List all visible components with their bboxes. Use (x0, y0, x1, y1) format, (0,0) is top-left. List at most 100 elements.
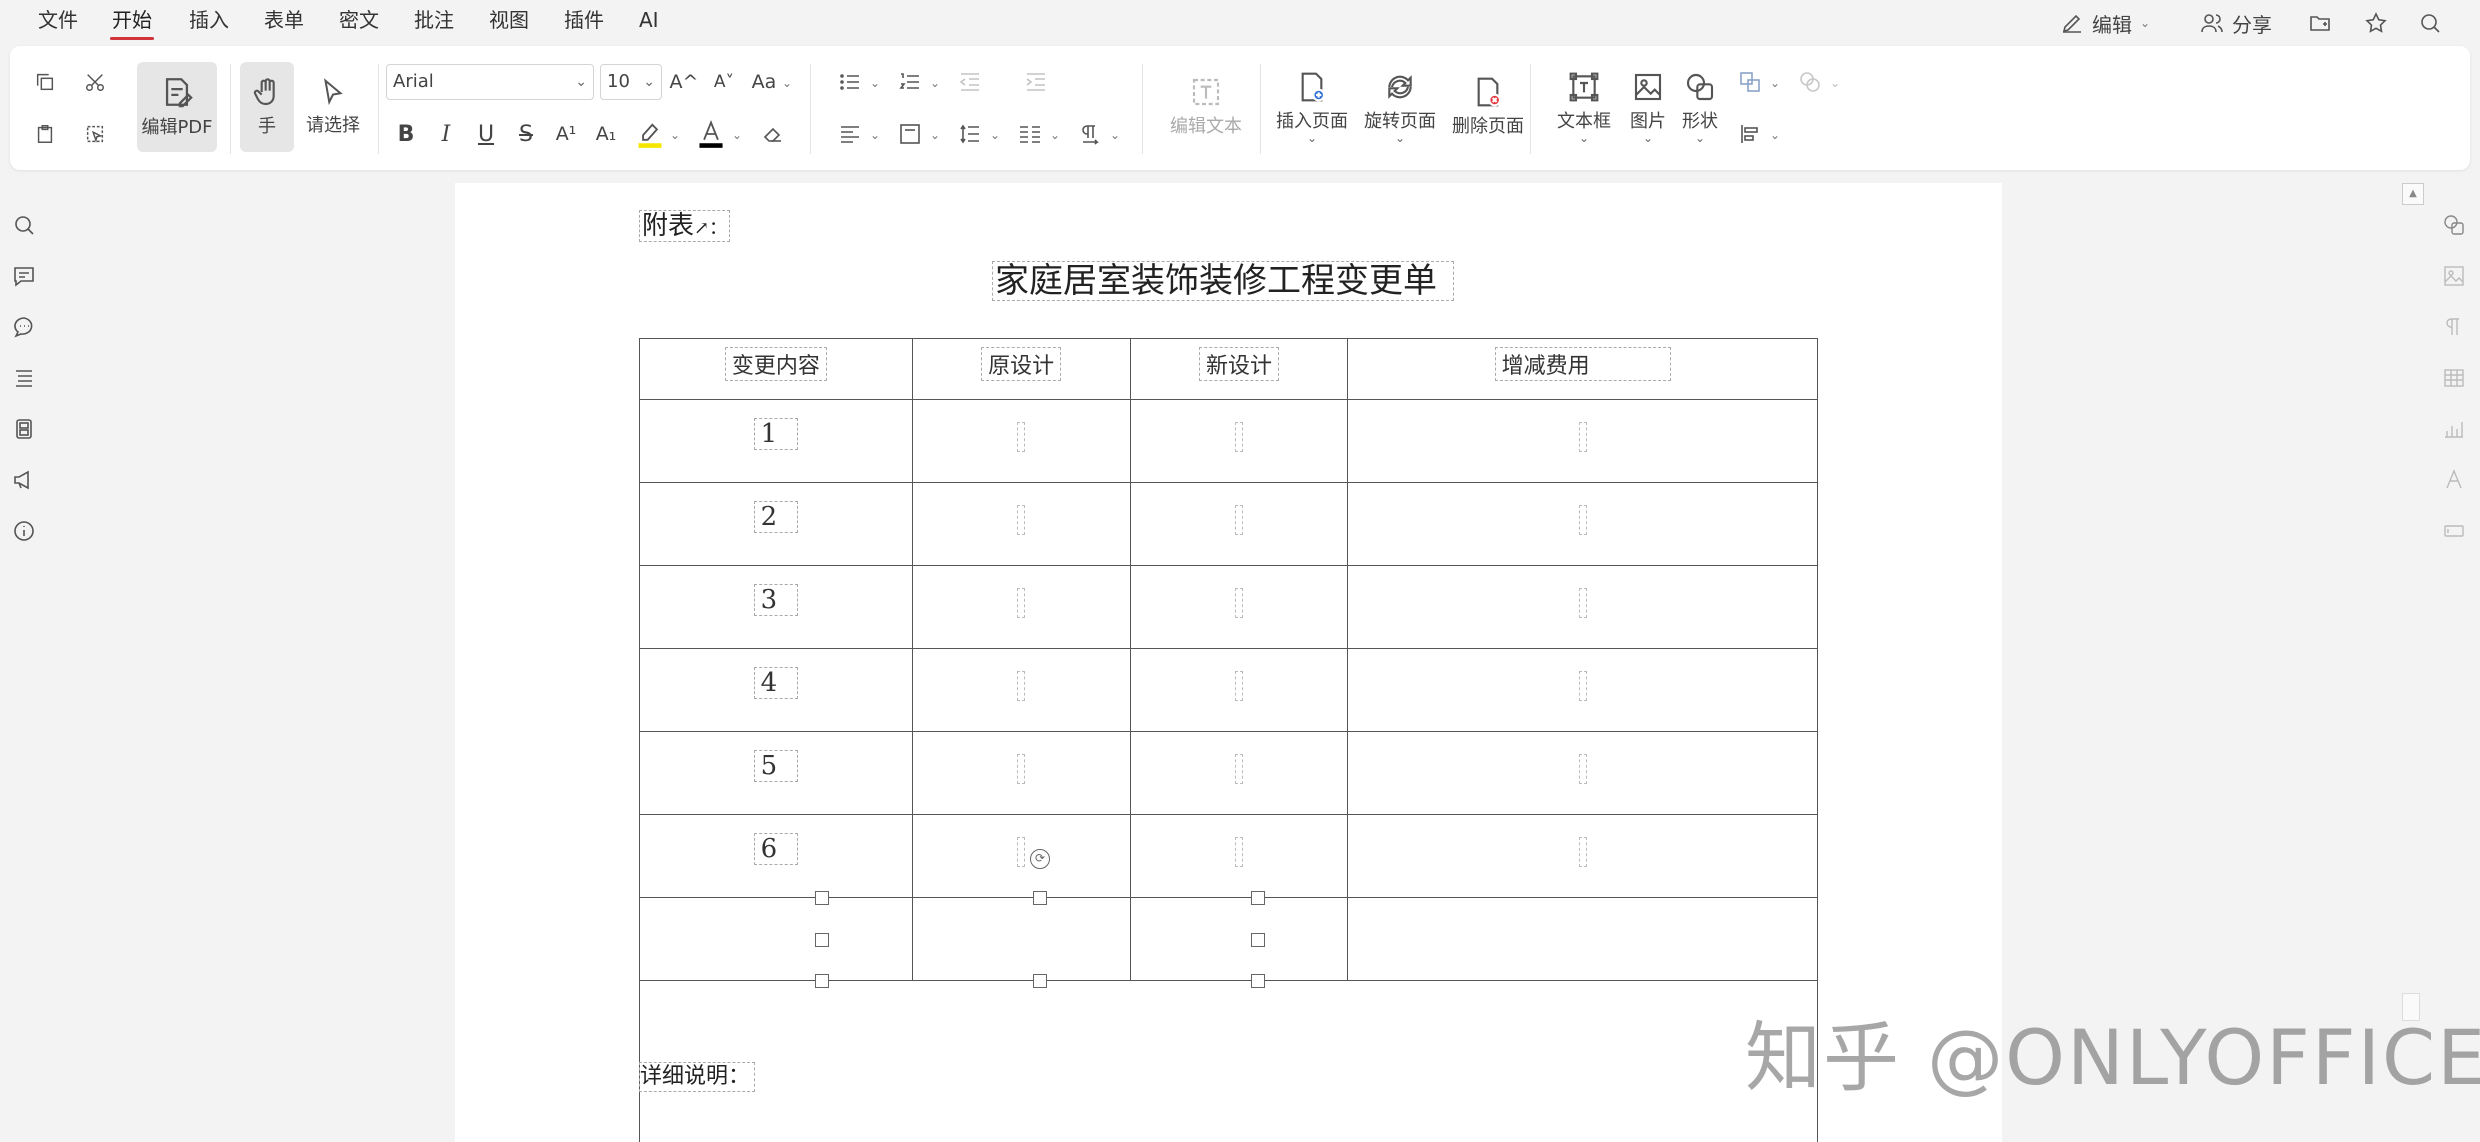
table-cell[interactable] (1347, 814, 1818, 898)
image-settings-icon[interactable] (2440, 262, 2468, 290)
share-button[interactable]: 分享 (2200, 8, 2272, 38)
table-settings-icon[interactable] (2440, 364, 2468, 392)
form-settings-icon[interactable] (2440, 517, 2468, 545)
empty-text-box[interactable] (1234, 754, 1243, 784)
table-cell[interactable] (1129, 814, 1349, 898)
table-cell[interactable] (911, 648, 1131, 732)
rotate-handle-icon[interactable]: ⟳ (1030, 849, 1050, 869)
empty-text-box[interactable] (1017, 588, 1026, 618)
edit-pdf-button[interactable]: 编辑PDF (137, 62, 217, 152)
text-art-settings-icon[interactable] (2440, 466, 2468, 494)
details-label[interactable]: 详细说明： (639, 1062, 756, 1092)
chevron-down-icon[interactable]: ⌄ (990, 128, 1000, 142)
chat-icon[interactable] (10, 313, 38, 341)
table-cell[interactable] (1129, 482, 1349, 566)
chevron-down-icon[interactable]: ⌄ (870, 76, 880, 90)
chevron-down-icon[interactable]: ⌄ (732, 128, 742, 142)
empty-text-box[interactable] (1017, 837, 1026, 867)
table-cell[interactable]: 3 (639, 565, 913, 649)
eraser-icon[interactable] (755, 116, 791, 152)
table-cell[interactable] (1347, 731, 1818, 815)
align-left-icon[interactable] (832, 116, 868, 152)
empty-text-box[interactable] (1578, 671, 1587, 701)
search-icon[interactable] (10, 211, 38, 239)
table-cell[interactable]: 4 (639, 648, 913, 732)
rotate-page-button[interactable]: 旋转页面 ⌄ (1354, 62, 1446, 152)
scroll-up-button[interactable]: ▲ (2402, 183, 2424, 205)
vertical-align-icon[interactable] (892, 116, 928, 152)
chevron-down-icon[interactable]: ⌄ (670, 128, 680, 142)
paste-icon[interactable] (27, 116, 63, 152)
empty-text-box[interactable] (1578, 754, 1587, 784)
table-cell[interactable]: 6 (639, 814, 913, 898)
table-cell[interactable] (911, 565, 1131, 649)
resize-handle[interactable] (1251, 933, 1265, 947)
chart-settings-icon[interactable] (2440, 415, 2468, 443)
change-case-button[interactable]: Aa (746, 64, 782, 100)
insert-page-button[interactable]: 插入页面 ⌄ (1266, 62, 1358, 152)
table-cell[interactable] (911, 399, 1131, 483)
table-cell[interactable] (639, 897, 913, 981)
empty-text-box[interactable] (1578, 422, 1587, 452)
empty-text-box[interactable] (1234, 505, 1243, 535)
italic-button[interactable]: I (428, 116, 464, 152)
shrink-font-button[interactable]: A˅ (706, 64, 742, 100)
resize-handle[interactable] (1251, 891, 1265, 905)
menu-home[interactable]: 开始 (110, 6, 154, 40)
table-header-cell[interactable]: 新设计 (1129, 338, 1349, 400)
highlight-button[interactable] (632, 116, 668, 152)
table-cell[interactable] (1347, 399, 1818, 483)
subscript-button[interactable]: A₁ (588, 116, 624, 152)
font-name-select[interactable]: Arial ⌄ (386, 64, 594, 100)
menu-file[interactable]: 文件 (38, 6, 78, 36)
table-header-cell[interactable]: 增减费用 (1347, 338, 1818, 400)
appendix-label-box[interactable]: 附表↗： (639, 210, 731, 242)
empty-text-box[interactable] (1234, 837, 1243, 867)
document-title[interactable]: 家庭居室装饰装修工程变更单 (992, 261, 1454, 301)
chevron-down-icon[interactable]: ⌄ (782, 76, 792, 90)
table-cell[interactable] (1129, 731, 1349, 815)
shape-button[interactable]: 形状 ⌄ (1662, 62, 1738, 152)
chevron-down-icon[interactable]: ⌄ (870, 128, 880, 142)
table-cell[interactable] (1347, 565, 1818, 649)
menu-plugins[interactable]: 插件 (564, 6, 604, 36)
table-cell[interactable]: 1 (639, 399, 913, 483)
table-header-cell[interactable]: 原设计 (911, 338, 1131, 400)
headings-icon[interactable] (10, 364, 38, 392)
info-icon[interactable] (10, 517, 38, 545)
line-spacing-icon[interactable] (952, 116, 988, 152)
shape-settings-icon[interactable] (2440, 211, 2468, 239)
numbered-list-icon[interactable] (892, 64, 928, 100)
table-cell[interactable] (1129, 648, 1349, 732)
edit-mode-button[interactable]: 编辑 ⌄ (2060, 8, 2150, 38)
empty-text-box[interactable] (1017, 754, 1026, 784)
resize-handle[interactable] (815, 974, 829, 988)
search-icon[interactable] (2418, 8, 2442, 38)
strikethrough-button[interactable]: S (508, 116, 544, 152)
font-size-select[interactable]: 10 ⌄ (600, 64, 662, 100)
table-cell[interactable] (1347, 897, 1818, 981)
font-color-button[interactable] (693, 116, 729, 152)
folder-icon[interactable] (2308, 8, 2332, 38)
menu-ai[interactable]: AI (639, 6, 659, 36)
menu-encrypt[interactable]: 密文 (339, 6, 379, 36)
table-cell[interactable] (1129, 399, 1349, 483)
menu-comment[interactable]: 批注 (414, 6, 454, 36)
superscript-button[interactable]: A¹ (548, 116, 584, 152)
table-cell[interactable]: 2 (639, 482, 913, 566)
select-all-icon[interactable] (77, 116, 113, 152)
grow-font-button[interactable]: A^ (666, 64, 702, 100)
bullet-list-icon[interactable] (832, 64, 868, 100)
empty-text-box[interactable] (1578, 505, 1587, 535)
menu-view[interactable]: 视图 (489, 6, 529, 36)
chevron-down-icon[interactable]: ⌄ (1770, 128, 1780, 142)
resize-handle[interactable] (1251, 974, 1265, 988)
table-cell[interactable] (1347, 482, 1818, 566)
chevron-down-icon[interactable]: ⌄ (1110, 128, 1120, 142)
table-cell[interactable] (1129, 565, 1349, 649)
columns-icon[interactable] (1012, 116, 1048, 152)
empty-text-box[interactable] (1234, 588, 1243, 618)
paragraph-settings-icon[interactable] (2440, 313, 2468, 341)
bold-button[interactable]: B (388, 116, 424, 152)
cut-icon[interactable] (77, 64, 113, 100)
